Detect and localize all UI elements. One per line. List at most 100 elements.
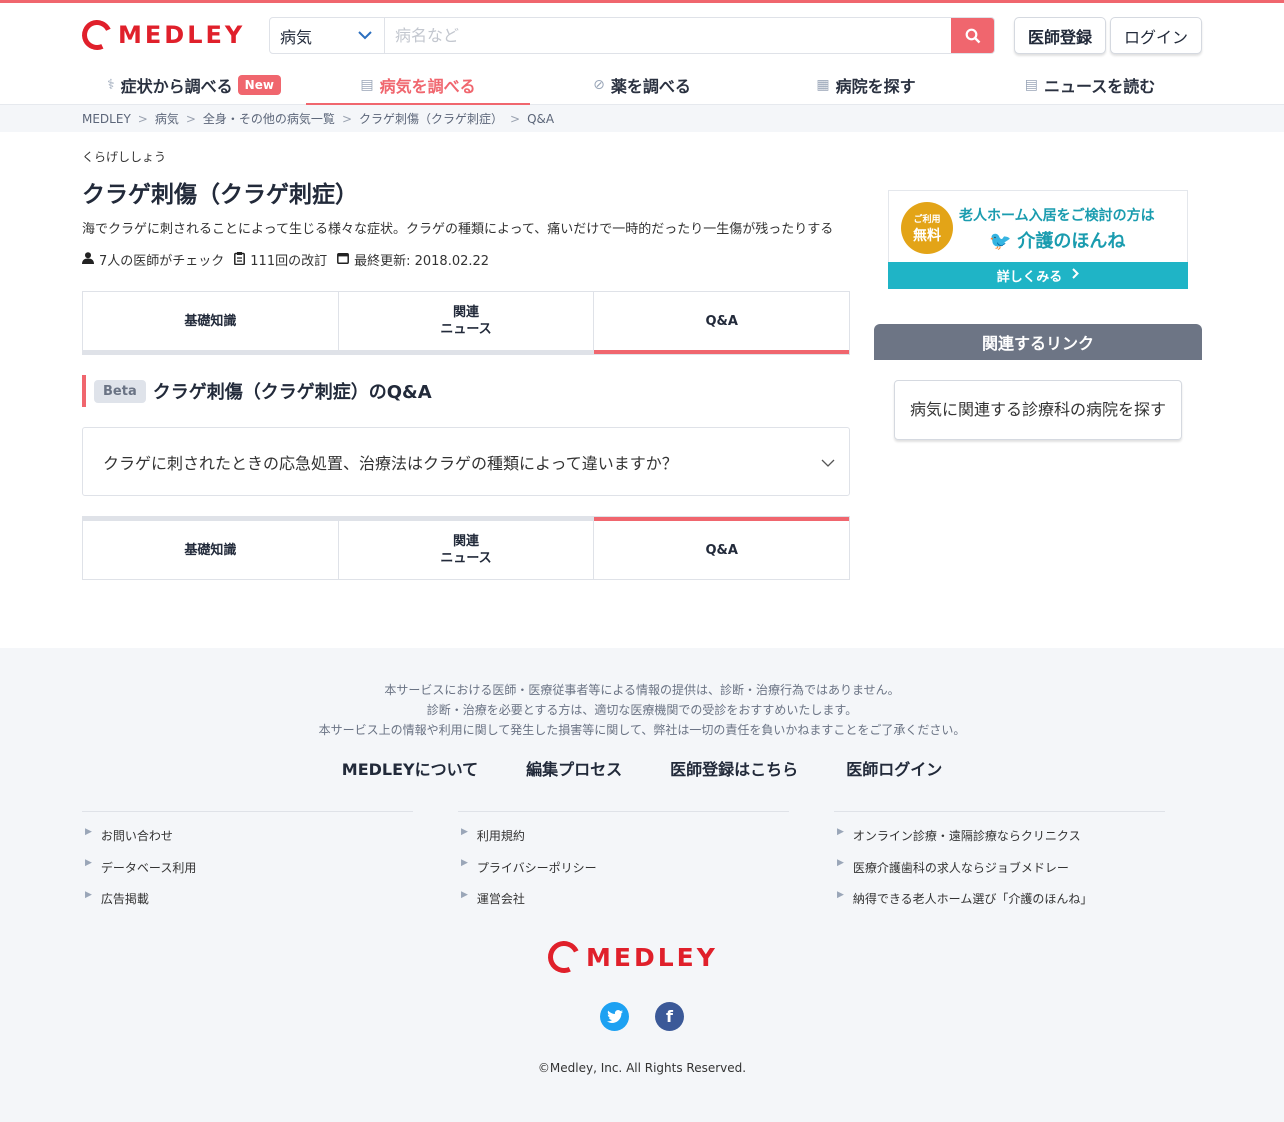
breadcrumb-item[interactable]: 全身・その他の病気一覧	[203, 110, 335, 127]
footer-link[interactable]: ▶ 納得できる老人ホーム選び「介護のほんね」	[834, 883, 1165, 915]
footer-link[interactable]: ▶ 医療介護歯科の求人ならジョブメドレー	[834, 852, 1165, 884]
ad-cta-bar[interactable]: 詳しくみる	[888, 262, 1188, 289]
footer-logo-text: MEDLEY	[586, 942, 718, 972]
search-icon	[965, 28, 980, 43]
breadcrumb-item[interactable]: 病気	[155, 110, 179, 127]
breadcrumb-item[interactable]: クラゲ刺傷（クラゲ刺症）	[359, 110, 503, 127]
nav-item-label: 症状から調べる	[120, 77, 233, 96]
tab-qa[interactable]: Q&A	[594, 292, 850, 354]
related-links-heading: 関連するリンク	[874, 324, 1202, 360]
breadcrumb-item[interactable]: MEDLEY	[82, 112, 131, 126]
search-button[interactable]	[951, 18, 994, 53]
qa-title: クラゲ刺傷（クラゲ刺症）のQ&A	[152, 382, 432, 403]
breadcrumb-separator: >	[185, 111, 196, 126]
disclaimer-line: 診断・治療を必要とする方は、適切な医療機関での受診をおすすめいたします。	[426, 703, 858, 717]
footer-column: ▶ オンライン診療・遠隔診療ならクリニクス ▶ 医療介護歯科の求人ならジョブメドレー…	[834, 811, 1165, 915]
nav-item-label: 薬を調べる	[610, 77, 691, 96]
footer-link[interactable]: ▶ 利用規約	[458, 820, 789, 852]
facebook-icon[interactable]: f	[655, 1002, 684, 1031]
page-title: クラゲ刺傷（クラゲ刺症）	[82, 182, 358, 208]
stethoscope-icon: ⚕	[107, 77, 115, 93]
caret-right-icon: ▶	[85, 889, 92, 900]
new-badge: New	[237, 75, 281, 95]
search-category-value: 病気	[280, 27, 313, 47]
main-nav: ⚕ 症状から調べる New ▤ 病気を調べる ⊘ 薬を調べる ▦ 病院を探す ▤…	[82, 65, 1202, 107]
footer-link-label: お問い合わせ	[100, 829, 173, 844]
qa-question-text: クラゲに刺されたときの応急処置、治療法はクラゲの種類によって違いますか？	[103, 453, 678, 473]
qa-heading: Beta クラゲ刺傷（クラゲ刺症）のQ&A	[82, 375, 850, 407]
nav-item-diseases[interactable]: ▤ 病気を調べる	[306, 65, 530, 107]
nav-item-hospitals[interactable]: ▦ 病院を探す	[754, 65, 978, 105]
pill-icon: ⊘	[593, 77, 605, 93]
caret-right-icon: ▶	[837, 826, 844, 837]
bird-icon: 🐦	[989, 231, 1012, 252]
logo-mark-icon	[77, 15, 117, 55]
beta-badge: Beta	[94, 379, 146, 403]
chevron-right-icon	[1072, 268, 1080, 283]
chevron-down-icon	[821, 452, 835, 471]
footer-link[interactable]: ▶ プライバシーポリシー	[458, 852, 789, 884]
footer-link[interactable]: ▶ データベース利用	[82, 852, 413, 884]
nav-item-label: 病院を探す	[835, 77, 916, 96]
footer-link[interactable]: ▶ オンライン診療・遠隔診療ならクリニクス	[834, 820, 1165, 852]
chevron-down-icon	[358, 28, 372, 44]
title-reading: くらげししょう	[82, 150, 167, 164]
footer-columns: ▶ お問い合わせ ▶ データベース利用 ▶ 広告掲載 ▶ 利用規約 ▶ プライバシーポリシ…	[82, 811, 1165, 915]
caret-right-icon: ▶	[85, 858, 92, 869]
footer-link-about[interactable]: MEDLEYについて	[342, 756, 478, 780]
article-meta: 7人の医師がチェック 111回の改訂 最終更新: 2018.02.22	[82, 250, 850, 269]
tab-basics[interactable]: 基礎知識	[83, 292, 339, 354]
footer-link[interactable]: ▶ 広告掲載	[82, 883, 413, 915]
disclaimer-line: 本サービスにおける医師・医療従事者等による情報の提供は、診断・治療行為ではありま…	[384, 683, 900, 697]
doctor-register-button[interactable]: 医師登録	[1014, 17, 1106, 54]
kaigo-honne-ad-banner[interactable]: ご利用 無料 老人ホーム入居をご検討の方は 🐦 介護のほんね 詳しくみる	[888, 190, 1188, 289]
tab-related-news[interactable]: 関連 ニュース	[338, 517, 595, 579]
footer-link-label: 広告掲載	[100, 892, 149, 907]
footer-link-label: データベース利用	[100, 860, 197, 875]
footer-link-editorial[interactable]: 編集プロセス	[526, 756, 622, 780]
caret-right-icon: ▶	[461, 826, 468, 837]
footer-logo[interactable]: MEDLEY	[543, 936, 718, 978]
footer-link[interactable]: ▶ お問い合わせ	[82, 820, 413, 852]
breadcrumb-separator: >	[137, 111, 148, 126]
login-button[interactable]: ログイン	[1110, 17, 1202, 54]
nav-item-symptoms[interactable]: ⚕ 症状から調べる New	[82, 65, 306, 105]
footer-link-doctor-register[interactable]: 医師登録はこちら	[670, 756, 798, 780]
caret-right-icon: ▶	[837, 858, 844, 869]
caret-right-icon: ▶	[461, 858, 468, 869]
doctors-count: 7人の医師がチェック	[99, 254, 225, 269]
footer-link-label: オンライン診療・遠隔診療ならクリニクス	[852, 829, 1081, 844]
qa-question[interactable]: クラゲに刺されたときの応急処置、治療法はクラゲの種類によって違いますか？	[82, 427, 850, 496]
footer-link-doctor-login[interactable]: 医師ログイン	[846, 756, 942, 780]
site-header: MEDLEY 病気 医師登録 ログイン ⚕ 症状から調べる New ▤ 病気を調…	[0, 3, 1284, 107]
tab-basics[interactable]: 基礎知識	[83, 517, 339, 579]
medley-logo[interactable]: MEDLEY	[77, 15, 245, 55]
nav-item-label: 病気を調べる	[379, 77, 476, 96]
search-category-select[interactable]: 病気	[270, 18, 385, 53]
tab-qa[interactable]: Q&A	[594, 517, 850, 579]
revisions: 111回の改訂	[234, 250, 327, 269]
clipboard-icon: ▤	[360, 77, 374, 93]
clipboard-icon	[234, 251, 246, 268]
tab-related-news[interactable]: 関連 ニュース	[338, 292, 595, 354]
content-tabs-top: 基礎知識 関連 ニュース Q&A	[82, 291, 850, 355]
breadcrumb: MEDLEY > 病気 > 全身・その他の病気一覧 > クラゲ刺傷（クラゲ刺症）…	[0, 105, 1284, 132]
updated-date: 最終更新: 2018.02.22	[354, 254, 490, 269]
footer-link-label: 医療介護歯科の求人ならジョブメドレー	[852, 860, 1069, 875]
search-input[interactable]	[385, 18, 951, 53]
nav-item-news[interactable]: ▤ ニュースを読む	[978, 65, 1202, 105]
user-icon	[82, 252, 94, 267]
last-updated: 最終更新: 2018.02.22	[337, 250, 489, 269]
free-badge: ご利用 無料	[901, 202, 953, 254]
footer-column: ▶ 利用規約 ▶ プライバシーポリシー ▶ 運営会社	[458, 811, 789, 915]
footer-link-label: 納得できる老人ホーム選び「介護のほんね」	[852, 892, 1093, 907]
ad-line-2: 🐦 介護のほんね	[989, 227, 1125, 253]
footer-link-label: 運営会社	[476, 892, 525, 907]
nav-item-medicines[interactable]: ⊘ 薬を調べる	[530, 65, 754, 105]
footer-link[interactable]: ▶ 運営会社	[458, 883, 789, 915]
find-hospital-button[interactable]: 病気に関連する診療科の病院を探す	[894, 380, 1182, 440]
breadcrumb-separator: >	[341, 111, 352, 126]
twitter-icon[interactable]	[600, 1002, 629, 1031]
social-links: f	[600, 1002, 684, 1031]
footer-link-label: 利用規約	[476, 829, 525, 844]
